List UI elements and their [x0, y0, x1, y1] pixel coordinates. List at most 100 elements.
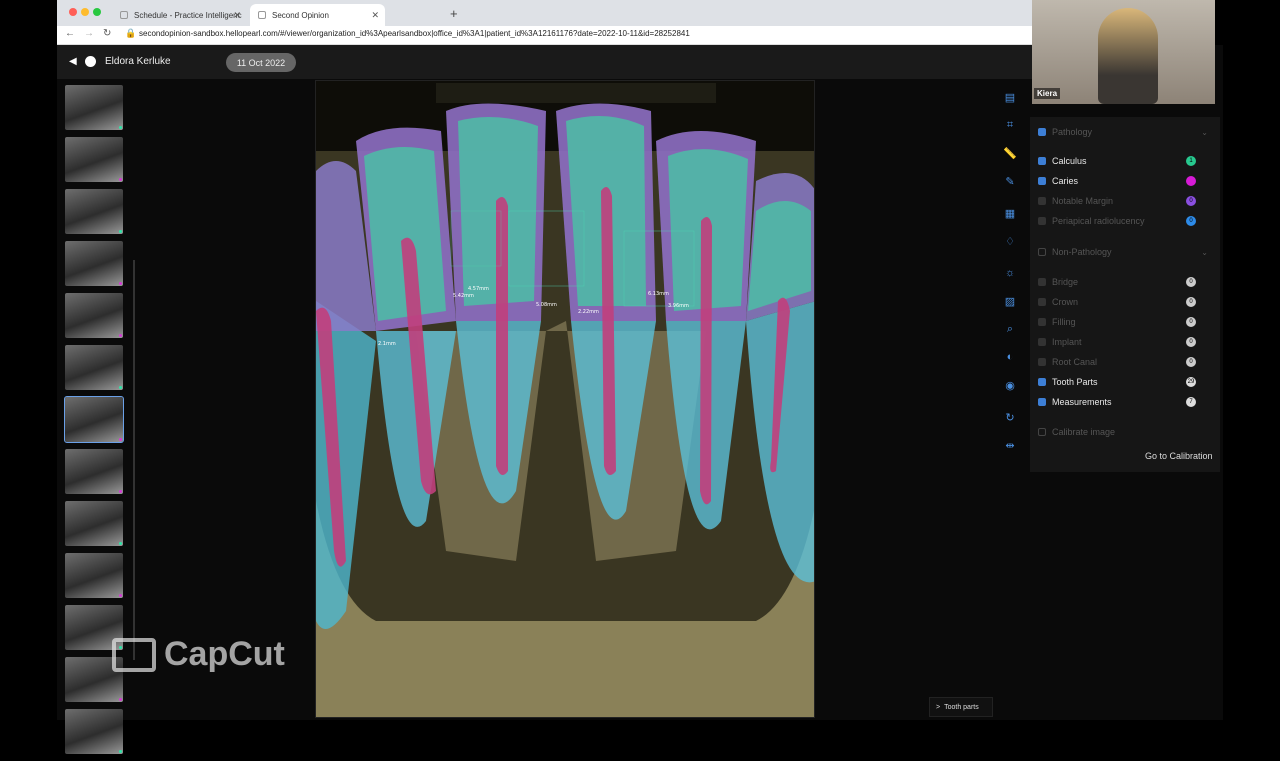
presenter-video: [1098, 8, 1158, 104]
chevron-down-icon[interactable]: ⌄: [1201, 128, 1208, 137]
finding-row-bridge[interactable]: Bridge 0: [1038, 273, 1216, 291]
calibrate-image-row[interactable]: Calibrate image: [1038, 423, 1216, 441]
date-selector-button[interactable]: 11 Oct 2022: [226, 53, 296, 72]
tab-favicon: [120, 11, 128, 19]
viewer-app: ◀ Eldora Kerluke 11 Oct 2022 5.42mm 4.57…: [57, 45, 1223, 754]
calibrate-label: Calibrate image: [1052, 427, 1116, 437]
tooth-scan-icon[interactable]: ▦: [995, 199, 1025, 227]
flip-icon[interactable]: ⇹: [995, 431, 1025, 459]
eye-icon[interactable]: ◉: [995, 371, 1025, 399]
thumbnail-status-dot: [119, 178, 122, 181]
finding-count-badge: 29: [1186, 377, 1196, 387]
finding-checkbox[interactable]: [1038, 197, 1046, 205]
viewer-toolbar: ▤ ⌗ 📏 ✎ ▦ ♢ ☼ ▨ ⌕ ◐ ◉ ↻ ⇹: [995, 83, 1025, 459]
finding-label: Periapical radiolucency: [1052, 216, 1145, 226]
layout-icon[interactable]: ▤: [995, 83, 1025, 111]
finding-label: Measurements: [1052, 397, 1112, 407]
close-window-button[interactable]: [69, 8, 77, 16]
finding-count-badge: 0: [1186, 196, 1196, 206]
finding-checkbox[interactable]: [1038, 358, 1046, 366]
tab-close-icon[interactable]: ✕: [233, 10, 241, 21]
minimize-window-button[interactable]: [81, 8, 89, 16]
new-tab-button[interactable]: +: [450, 6, 458, 21]
finding-row-notable-margin[interactable]: Notable Margin 0: [1038, 192, 1216, 210]
image-adjust-icon[interactable]: ▨: [995, 287, 1025, 315]
reload-icon[interactable]: ↻: [103, 28, 111, 39]
back-arrow-icon[interactable]: ←: [65, 28, 75, 39]
watermark-text: CapCut: [164, 635, 285, 673]
thumbnail-scrollbar[interactable]: [133, 260, 135, 660]
finding-label: Implant: [1052, 337, 1082, 347]
thumbnail-status-dot: [119, 438, 122, 441]
finding-count-badge: [1186, 176, 1196, 186]
tab-close-icon[interactable]: ✕: [371, 10, 379, 21]
non-pathology-checkbox[interactable]: [1038, 248, 1046, 256]
tab-label: Schedule - Practice Intelligenc: [134, 10, 242, 20]
finding-row-filling[interactable]: Filling 0: [1038, 313, 1216, 331]
finding-checkbox[interactable]: [1038, 318, 1046, 326]
measurement-label: 3.96mm: [668, 303, 689, 309]
finding-checkbox[interactable]: [1038, 378, 1046, 386]
xray-thumbnail[interactable]: [65, 85, 123, 130]
finding-row-implant[interactable]: Implant 0: [1038, 333, 1216, 351]
finding-label: Notable Margin: [1052, 196, 1114, 206]
rotate-icon[interactable]: ↻: [995, 403, 1025, 431]
outer-border-left: [0, 0, 57, 720]
pathology-checkbox[interactable]: [1038, 128, 1046, 136]
xray-thumbnail[interactable]: [65, 241, 123, 286]
finding-label: Tooth Parts: [1052, 377, 1098, 387]
finding-checkbox[interactable]: [1038, 398, 1046, 406]
calibrate-checkbox[interactable]: [1038, 428, 1046, 436]
xray-thumbnail[interactable]: [65, 345, 123, 390]
xray-image-viewer[interactable]: 5.42mm 4.57mm 5.08mm 2.22mm 6.13mm 3.96m…: [315, 80, 815, 718]
pathology-section-header[interactable]: Pathology ⌄: [1038, 123, 1216, 141]
maximize-window-button[interactable]: [93, 8, 101, 16]
finding-checkbox[interactable]: [1038, 278, 1046, 286]
finding-checkbox[interactable]: [1038, 338, 1046, 346]
finding-row-root-canal[interactable]: Root Canal 0: [1038, 353, 1216, 371]
zoom-icon[interactable]: ⌕: [995, 315, 1025, 343]
xray-thumbnail[interactable]: [65, 189, 123, 234]
ruler-icon[interactable]: 📏: [995, 139, 1025, 167]
url-text[interactable]: secondopinion-sandbox.hellopearl.com/#/v…: [139, 29, 690, 38]
finding-row-periapical-radiolucency[interactable]: Periapical radiolucency 0: [1038, 212, 1216, 230]
browser-tab-second-opinion[interactable]: Second Opinion ✕: [250, 4, 385, 26]
forward-arrow-icon[interactable]: →: [84, 28, 94, 39]
go-to-calibration-button[interactable]: Go to Calibration: [1145, 451, 1213, 461]
finding-row-calculus[interactable]: Calculus 1: [1038, 152, 1216, 170]
back-chevron-icon[interactable]: ◀: [69, 56, 77, 67]
crop-icon[interactable]: ⌗: [995, 111, 1025, 139]
brightness-icon[interactable]: ☼: [995, 259, 1025, 287]
finding-checkbox[interactable]: [1038, 217, 1046, 225]
pathology-title: Pathology: [1052, 127, 1093, 137]
xray-thumbnail[interactable]: [65, 553, 123, 598]
thumbnail-status-dot: [119, 334, 122, 337]
finding-checkbox[interactable]: [1038, 157, 1046, 165]
xray-thumbnail[interactable]: [65, 293, 123, 338]
thumbnail-status-dot: [119, 282, 122, 285]
non-pathology-section-header[interactable]: Non-Pathology ⌄: [1038, 243, 1216, 261]
findings-panel: Pathology ⌄ Calculus 1 Caries Notable Margi…: [1030, 117, 1220, 472]
finding-checkbox[interactable]: [1038, 177, 1046, 185]
thumbnail-status-dot: [119, 230, 122, 233]
contrast-icon[interactable]: ◐: [995, 343, 1025, 371]
xray-thumbnail[interactable]: [65, 449, 123, 494]
pen-icon[interactable]: ✎: [995, 167, 1025, 195]
tooth-icon[interactable]: ♢: [995, 227, 1025, 255]
finding-checkbox[interactable]: [1038, 298, 1046, 306]
finding-label: Caries: [1052, 176, 1079, 186]
finding-row-measurements[interactable]: Measurements 7: [1038, 393, 1216, 411]
browser-tab-schedule[interactable]: Schedule - Practice Intelligenc ✕: [112, 4, 247, 26]
finding-row-caries[interactable]: Caries: [1038, 172, 1216, 190]
thumbnail-status-dot: [119, 542, 122, 545]
xray-thumbnail[interactable]: [64, 396, 124, 443]
viewer-header: ◀ Eldora Kerluke 11 Oct 2022: [57, 45, 1032, 79]
finding-row-crown[interactable]: Crown 0: [1038, 293, 1216, 311]
xray-thumbnail[interactable]: [65, 709, 123, 754]
finding-row-tooth-parts[interactable]: Tooth Parts 29: [1038, 373, 1216, 391]
xray-thumbnail[interactable]: [65, 501, 123, 546]
chevron-down-icon[interactable]: ⌄: [1201, 248, 1208, 257]
thumbnail-status-dot: [119, 698, 122, 701]
tooth-parts-chip[interactable]: > Tooth parts: [929, 697, 993, 717]
xray-thumbnail[interactable]: [65, 137, 123, 182]
